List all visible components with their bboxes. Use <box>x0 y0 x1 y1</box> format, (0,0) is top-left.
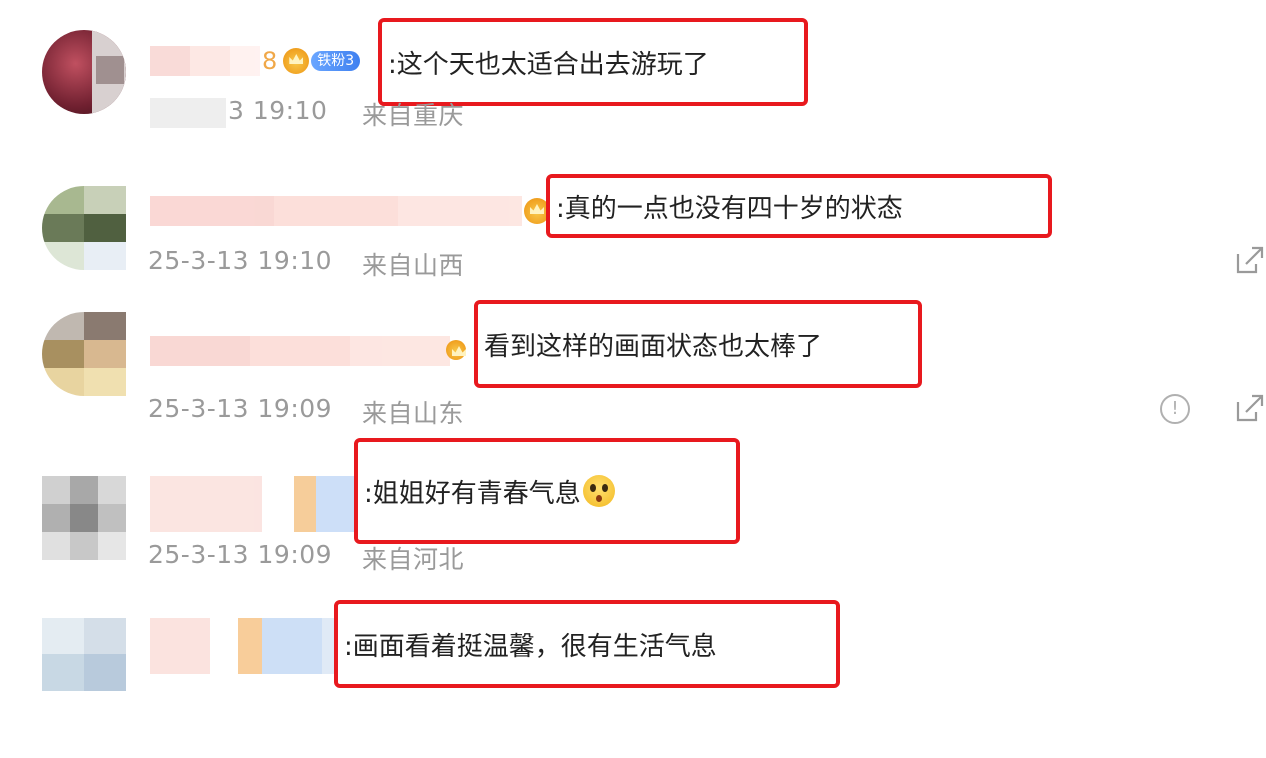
comment-text: :这个天也太适合出去游玩了 <box>388 49 709 80</box>
comment-text: :姐姐好有青春气息 <box>358 473 615 510</box>
comment-text: 看到这样的画面状态也太棒了 <box>484 331 823 362</box>
comment-location: 来自河北 <box>362 545 465 574</box>
highlight-box: 看到这样的画面状态也太棒了 <box>474 300 922 388</box>
comment-timestamp: 3 19:10 <box>228 96 328 125</box>
username-blurred[interactable] <box>150 46 260 76</box>
username-blurred[interactable] <box>150 196 522 226</box>
comment-timestamp: 25-3-13 19:10 <box>148 246 333 275</box>
crown-icon <box>283 48 310 74</box>
avatar[interactable] <box>42 30 126 114</box>
comment-text: :真的一点也没有四十岁的状态 <box>556 193 903 224</box>
timestamp-blurred <box>150 98 226 128</box>
comment-timestamp: 25-3-13 19:09 <box>148 394 333 423</box>
crown-icon <box>446 340 466 360</box>
highlight-box: :姐姐好有青春气息 <box>354 438 740 544</box>
comment-timestamp: 25-3-13 19:09 <box>148 540 333 569</box>
user-badges <box>446 340 466 360</box>
comment-item: 8 铁粉3 :这个天也太适合出去游玩了 3 19:10 来自重庆 <box>0 18 1266 170</box>
avatar[interactable] <box>42 618 126 691</box>
comment-location: 来自山东 <box>362 399 465 428</box>
comment-location: 来自山西 <box>362 251 465 280</box>
highlight-box: :画面看着挺温馨，很有生活气息 <box>334 600 840 688</box>
username-blurred[interactable] <box>150 336 450 366</box>
comment-item: :画面看着挺温馨，很有生活气息 <box>0 600 1266 758</box>
avatar[interactable] <box>42 312 126 396</box>
comment-text: :画面看着挺温馨，很有生活气息 <box>344 631 717 662</box>
avatar[interactable] <box>42 476 126 560</box>
comment-location: 来自重庆 <box>362 101 465 130</box>
highlight-box: :这个天也太适合出去游玩了 <box>378 18 808 106</box>
avatar[interactable] <box>42 186 126 270</box>
highlight-box: :真的一点也没有四十岁的状态 <box>546 174 1052 238</box>
username-tail: 8 <box>262 47 278 75</box>
comment-text-body: :姐姐好有青春气息 <box>364 478 581 509</box>
user-badges: 8 铁粉3 <box>262 46 361 76</box>
username-blurred[interactable] <box>150 618 364 674</box>
share-icon[interactable] <box>1234 246 1264 276</box>
fan-badge: 铁粉3 <box>311 51 361 71</box>
thinking-face-emoji <box>582 475 615 507</box>
username-blurred[interactable] <box>150 476 382 532</box>
share-icon[interactable] <box>1234 394 1264 424</box>
comment-item: 看到这样的画面状态也太棒了 25-3-13 19:09 来自山东 ! <box>0 300 1266 452</box>
comment-item: :姐姐好有青春气息 25-3-13 19:09 来自河北 <box>0 438 1266 616</box>
report-icon[interactable]: ! <box>1160 394 1190 424</box>
